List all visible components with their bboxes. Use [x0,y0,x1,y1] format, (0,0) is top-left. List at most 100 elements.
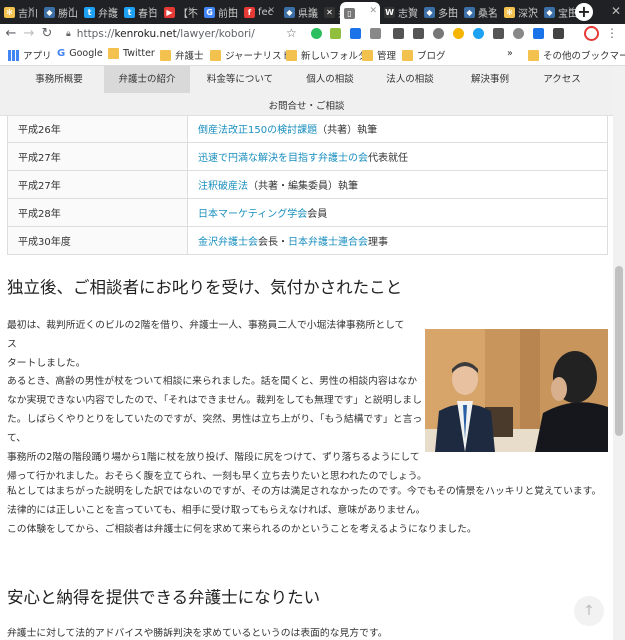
extension-icon[interactable] [493,28,504,39]
twitter-icon[interactable] [473,28,484,39]
extension-icon[interactable] [513,28,524,39]
extension-icon[interactable] [433,28,444,39]
bookmarks-overflow-button[interactable]: » [507,48,513,59]
table-row: 平成26年 倒産法改正150の検討課題（共著）執筆 [7,114,608,143]
tab-close-icon[interactable]: ✕ [447,6,455,16]
browser-tab[interactable]: W 志賀 ✕ [380,2,418,22]
browser-tab-active[interactable]: ▯ ✕ [340,2,380,24]
history-link[interactable]: 金沢弁護士会 [198,237,258,248]
bookmark-apps[interactable]: アプリ [8,48,52,62]
tab-close-icon[interactable]: ✕ [227,6,235,16]
new-tab-button[interactable]: + [575,3,593,21]
browser-tab[interactable]: ◆ 県議 ✕ [280,2,318,22]
browser-tab[interactable]: t 弁護 ✕ [80,2,118,22]
page-viewport: 平成26年 倒産法改正150の検討課題（共著）執筆 平成27年 迅速で円満な解決を目指… [0,66,613,640]
folder-icon [210,49,221,61]
history-detail: 注釈破産法（共著・編集委員）執筆 [187,170,608,199]
history-link[interactable]: 日本弁護士連合会 [288,237,368,248]
url-path: /lawyer/kobori/ [176,28,255,40]
extension-icon[interactable] [350,28,361,39]
folder-icon [402,49,413,61]
folder-icon [528,49,539,61]
tab-close-icon[interactable]: ✕ [147,6,155,16]
nav-personal-consult[interactable]: 個人の相談 [290,66,370,93]
browser-menu-icon[interactable]: ⋮ [606,26,618,40]
extension-icon[interactable] [553,28,564,39]
nav-corporate-consult[interactable]: 法人の相談 [370,66,450,93]
tab-close-icon[interactable]: ✕ [307,6,315,16]
bookmark-google[interactable]: G Google [57,48,103,59]
pocket-icon[interactable] [393,28,404,39]
browser-tab[interactable]: ✻ 吉川 ✕ [0,2,38,22]
paragraph: 私としてはまちがった説明をした訳ではないのですが、その方は満足されなかったのです… [7,486,602,535]
extension-icon[interactable] [330,28,341,39]
reload-button[interactable]: ↻ [38,26,56,41]
browser-tab[interactable]: ▶ 【不 ✕ [160,2,198,22]
paragraph: あるとき、高齢の男性が杖をついて相談に来られました。話を聞くと、男性の相談内容は… [7,376,427,482]
tab-close-icon[interactable]: ✕ [187,6,195,16]
browser-tab[interactable]: G 前田 ✕ [200,2,238,22]
tab-favicon-icon: ◆ [464,6,475,18]
back-to-top-button[interactable]: ↑ [574,596,604,626]
window-close-icon[interactable]: ✕ [611,4,621,18]
back-button[interactable]: ← [2,26,20,41]
bookmark-lawyers[interactable]: 弁護士 [160,48,204,62]
tab-close-icon[interactable]: ✕ [369,6,377,16]
history-link[interactable]: 迅速で円満な解決を目指す弁護士の会 [198,153,368,164]
extension-icon[interactable] [370,28,381,39]
extension-icon[interactable] [533,28,544,39]
nav-lawyer-intro[interactable]: 弁護士の紹介 [104,66,190,93]
tab-close-icon[interactable]: ✕ [407,6,415,16]
history-year: 平成30年度 [7,226,188,255]
extension-icon[interactable] [453,28,464,39]
history-link[interactable]: 日本マーケティング学会 [198,209,307,220]
tab-close-icon[interactable]: ✕ [567,6,575,16]
history-table: 平成26年 倒産法改正150の検討課題（共著）執筆 平成27年 迅速で円満な解決を目指… [7,114,608,255]
nav-case-examples[interactable]: 解決事例 [450,66,530,93]
evernote-extension-icon[interactable] [311,28,322,39]
page-scrollbar[interactable] [613,66,625,640]
history-suffix: 理事 [368,237,388,248]
tab-favicon-icon: ▯ [344,7,355,19]
browser-tab[interactable]: t 春日 ✕ [120,2,158,22]
history-year: 平成27年 [7,142,188,171]
bookmark-twitter[interactable]: Twitter [108,48,155,59]
history-link[interactable]: 注釈破産法 [198,181,248,192]
extension-icon[interactable] [413,28,424,39]
nav-contact[interactable]: お問合せ・ご相談 [0,98,613,112]
tab-favicon-icon: ◆ [44,6,55,18]
tab-close-icon[interactable]: ✕ [27,6,35,16]
bookmark-admin[interactable]: 管理 [362,48,396,62]
site-navigation: 事務所概要 弁護士の紹介 料金等について 個人の相談 法人の相談 解決事例 アク… [0,66,613,116]
browser-tab[interactable]: ◆ 宝田 ✕ [540,2,578,22]
lock-icon: 🔒︎ [66,29,71,39]
browser-tab[interactable]: ◆ 多田 ✕ [420,2,458,22]
address-bar[interactable]: 🔒︎ https://kenroku.net/lawyer/kobori/ [66,25,306,43]
tab-close-icon[interactable]: ✕ [67,6,75,16]
tab-favicon-icon: ▶ [164,6,175,18]
bookmark-star-icon[interactable]: ☆ [286,26,297,40]
bookmark-journalists[interactable]: ジャーナリスト [210,48,291,62]
nav-fees[interactable]: 料金等について [190,66,290,93]
forward-button[interactable]: → [20,26,38,41]
browser-tab[interactable]: ✻ 深沢 ✕ [500,2,538,22]
folder-icon [362,49,373,61]
tab-close-icon[interactable]: ✕ [267,6,275,16]
profile-avatar[interactable] [584,26,599,41]
browser-tab[interactable]: ◆ 桑名 ✕ [460,2,498,22]
tab-close-icon[interactable]: ✕ [107,6,115,16]
bookmark-other[interactable]: その他のブックマーク [528,48,625,62]
table-row: 平成27年 注釈破産法（共著・編集委員）執筆 [7,170,608,199]
scrollbar-thumb[interactable] [615,266,623,436]
nav-access[interactable]: アクセス [530,66,594,93]
history-link[interactable]: 倒産法改正150の検討課題 [198,125,317,136]
history-detail: 日本マーケティング学会会員 [187,198,608,227]
tab-close-icon[interactable]: ✕ [487,6,495,16]
bookmark-blog[interactable]: ブログ [402,48,446,62]
bookmark-new-folder[interactable]: 新しいフォルダ [286,48,368,62]
tab-close-icon[interactable]: ✕ [527,6,535,16]
browser-tab[interactable]: f fec ✕ [240,2,278,22]
nav-office-overview[interactable]: 事務所概要 [14,66,104,93]
browser-tab[interactable]: ◆ 勝山 ✕ [40,2,78,22]
section-heading: 安心と納得を提供できる弁護士になりたい [7,588,321,607]
